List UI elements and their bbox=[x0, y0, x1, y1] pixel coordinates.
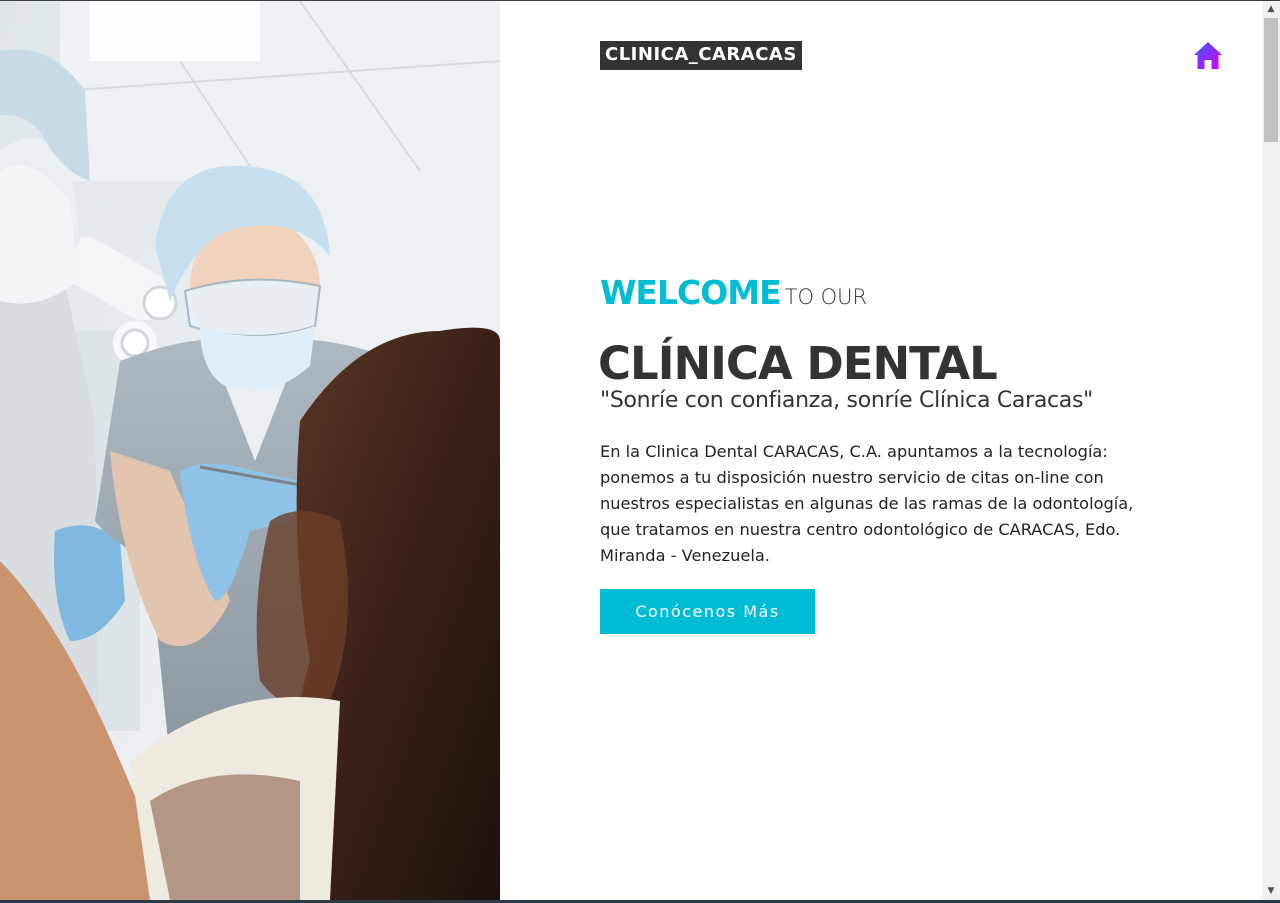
page-title: CLÍNICA DENTAL bbox=[598, 337, 998, 390]
scrollbar-thumb[interactable] bbox=[1264, 18, 1278, 142]
clinic-description: En la Clinica Dental CARACAS, C.A. apunt… bbox=[600, 442, 1134, 565]
learn-more-button[interactable]: Conócenos Más bbox=[600, 589, 815, 634]
welcome-heading: WELCOME TO OUR bbox=[600, 273, 867, 312]
scroll-up-arrow-icon[interactable]: ▲ bbox=[1262, 1, 1280, 18]
home-icon[interactable] bbox=[1192, 40, 1224, 72]
browser-viewport: CLINICA_CARACAS WELCOME TO OUR CLÍNICA DE… bbox=[0, 0, 1280, 903]
welcome-word: WELCOME bbox=[600, 273, 782, 312]
slogan: "Sonríe con confianza, sonríe Clínica Ca… bbox=[600, 388, 1093, 413]
hero-content: CLINICA_CARACAS WELCOME TO OUR CLÍNICA DE… bbox=[500, 1, 1262, 900]
dentist-photo bbox=[0, 1, 500, 900]
brand-logo[interactable]: CLINICA_CARACAS bbox=[600, 41, 802, 70]
scroll-down-arrow-icon[interactable]: ▼ bbox=[1262, 883, 1280, 900]
vertical-scrollbar[interactable]: ▲ ▼ bbox=[1262, 1, 1280, 900]
welcome-subtext: TO OUR bbox=[784, 285, 868, 309]
